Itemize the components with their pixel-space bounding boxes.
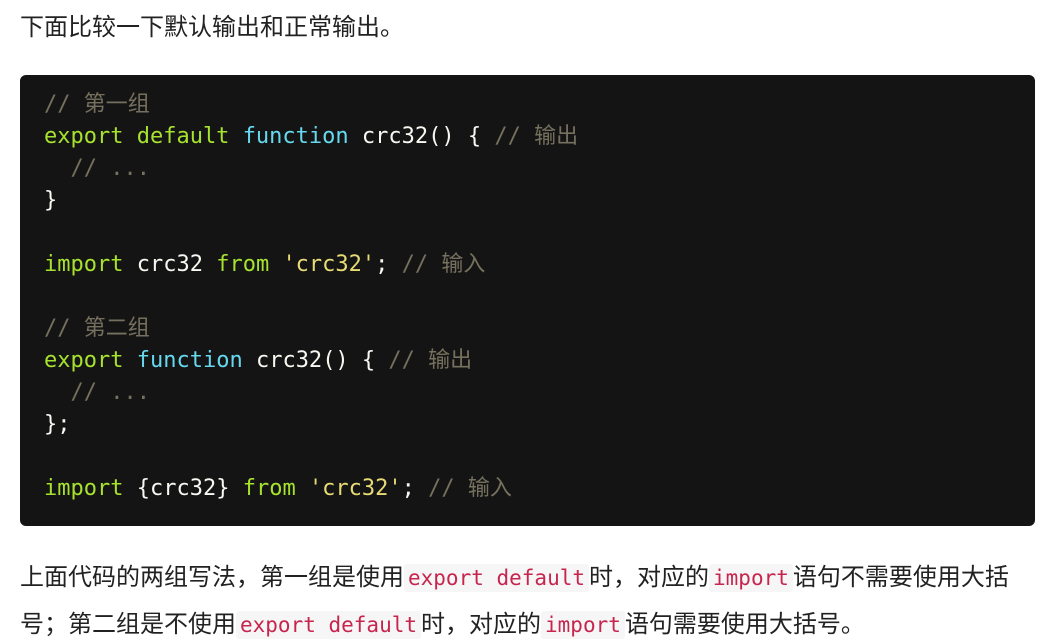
paragraph-text: 上面代码的两组写法，第一组是使用 [20,563,404,591]
code-identifier: crc32 [255,348,323,373]
inline-code: import [709,564,793,592]
code-identifier: {crc32} [123,476,243,501]
code-keyword: export [44,348,124,373]
code-line-9: export function crc32() { // 输出 [44,345,1035,377]
code-comment: // 输入 [428,476,512,501]
code-line-8: // 第二组 [44,313,1035,345]
code-punctuation: ; [401,476,429,501]
code-line-10: // ... [44,377,1035,409]
code-comment: // 输入 [401,252,486,277]
code-comment: // 第二组 [44,316,150,341]
code-block: // 第一组 export default function crc32() {… [20,75,1035,526]
intro-paragraph: 下面比较一下默认输出和正常输出。 [20,13,404,41]
code-keyword: import [44,252,124,277]
explanation-paragraph: 上面代码的两组写法，第一组是使用 export default 时，对应的 impor… [20,554,1032,643]
code-line-4: } [44,185,1035,217]
code-comment: // 输出 [494,124,579,149]
code-punctuation: () { [428,124,495,149]
code-line-11: }; [44,409,1035,441]
code-line-2: export default function crc32() { // 输出 [44,121,1035,153]
code-line-6: import crc32 from 'crc32'; // 输入 [44,249,1035,281]
inline-code: export default [236,611,422,639]
code-line-3: // ... [44,153,1035,185]
code-line-1: // 第一组 [44,89,1035,121]
inline-code: import [541,611,625,639]
code-comment: // ... [44,380,150,405]
code-string: 'crc32' [282,252,376,277]
code-comment: // 输出 [388,348,473,373]
code-function-keyword: function [136,348,243,373]
code-string: 'crc32' [308,476,402,501]
code-identifier: crc32 [123,252,217,277]
code-identifier: crc32 [361,124,429,149]
paragraph-text: 时，对应的 [589,563,710,591]
code-comment: // 第一组 [44,92,150,117]
code-keyword: import [44,476,124,501]
code-keyword: export default [44,124,230,149]
code-function-keyword: function [242,124,349,149]
article-page: 下面比较一下默认输出和正常输出。 // 第一组 export default f… [0,0,1048,643]
code-comment: // ... [44,156,150,181]
paragraph-text: 时，对应的 [421,610,542,638]
code-punctuation: }; [44,412,71,437]
inline-code: export default [404,564,590,592]
code-keyword: from [242,476,296,501]
paragraph-text: 语句需要使用大括号。 [624,610,865,638]
code-keyword: from [216,252,270,277]
code-line-13: import {crc32} from 'crc32'; // 输入 [44,473,1035,505]
code-punctuation: } [44,188,58,213]
code-punctuation: () { [322,348,389,373]
code-punctuation: ; [375,252,402,277]
